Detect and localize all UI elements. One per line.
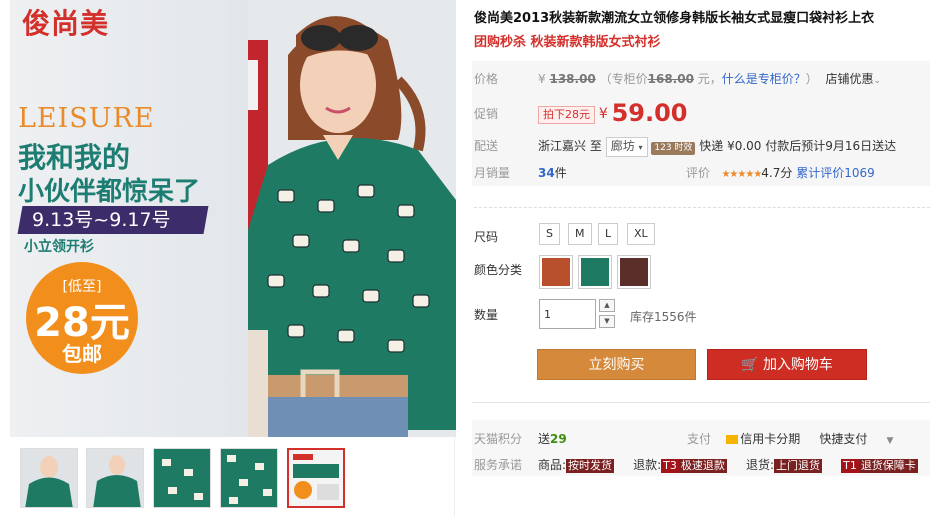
list-price: 138.00 bbox=[549, 72, 596, 86]
payment-expand-icon[interactable]: ▼ bbox=[886, 436, 893, 446]
timely-badge: 123 时效 bbox=[651, 142, 696, 155]
thumbnail-2[interactable] bbox=[86, 448, 144, 508]
thumbnail-3[interactable] bbox=[153, 448, 211, 508]
promise-goods[interactable]: 按时发货 bbox=[566, 459, 615, 473]
thumbnail-5[interactable] bbox=[287, 448, 345, 508]
product-title: 俊尚美2013秋装新款潮流女立领修身韩版长袖女式显瘦口袋衬衫上衣 bbox=[474, 11, 875, 26]
promise-guarantee-badge: T1 bbox=[841, 459, 859, 473]
promise-refund[interactable]: 极速退款 bbox=[678, 459, 727, 473]
promise-refund-prefix: 退款: bbox=[633, 458, 662, 472]
price-label: 价格 bbox=[474, 72, 499, 86]
shipping-destination-select[interactable]: 廊坊 ▾ bbox=[605, 137, 648, 157]
monthly-sales-count: 34 bbox=[538, 166, 555, 180]
divider bbox=[472, 402, 930, 403]
quantity-increase-icon[interactable]: ▲ bbox=[599, 299, 615, 312]
promo-label: 促销 bbox=[474, 107, 499, 121]
sales-row: 月销量 34件 bbox=[474, 164, 567, 181]
add-to-cart-label: 加入购物车 bbox=[762, 357, 833, 373]
shipping-destination: 廊坊 bbox=[610, 139, 635, 153]
thumbnail-1[interactable] bbox=[20, 448, 78, 508]
caret-down-icon: ▾ bbox=[638, 143, 643, 152]
buy-now-button[interactable]: 立刻购买 bbox=[537, 349, 696, 380]
points-label: 天猫积分 bbox=[474, 432, 523, 446]
promise-guarantee[interactable]: 退货保障卡 bbox=[858, 459, 918, 473]
banner-circle-freeship: 包邮 bbox=[62, 342, 102, 366]
banner-slogan-line1: 我和我的 bbox=[18, 141, 131, 174]
shipping-to: 至 bbox=[589, 139, 602, 153]
banner-leisure-text: LEISURE bbox=[18, 103, 155, 134]
counter-price: 168.00 bbox=[647, 72, 694, 86]
size-option-m[interactable]: M bbox=[568, 223, 592, 245]
banner-slogan-line2: 小伙伴都惊呆了 bbox=[18, 177, 201, 207]
color-swatch-fill bbox=[542, 258, 570, 286]
pay-credit: 信用卡分期 bbox=[740, 432, 801, 446]
banner-collar-text: 小立领开衫 bbox=[24, 239, 94, 255]
counter-price-prefix: （专柜价 bbox=[599, 72, 648, 86]
what-is-counter-price-link[interactable]: 什么是专柜价？ bbox=[722, 72, 806, 86]
banner-price-circle: [低至] 28元 包邮 bbox=[26, 262, 138, 374]
thumbnail-4[interactable] bbox=[220, 448, 278, 508]
color-swatch-green[interactable] bbox=[578, 255, 612, 289]
main-product-image[interactable]: 俊尚美 LEISURE 我和我的 小伙伴都惊呆了 9.13号~9.17号 小立领… bbox=[10, 0, 456, 437]
size-option-s[interactable]: S bbox=[539, 223, 560, 245]
color-swatch-fill bbox=[581, 258, 609, 286]
add-to-cart-button[interactable]: 🛒 加入购物车 bbox=[707, 349, 867, 380]
promise-return-prefix: 退货: bbox=[745, 458, 775, 472]
monthly-sales-label: 月销量 bbox=[474, 166, 511, 180]
promo-tag: 拍下28元 bbox=[538, 106, 595, 124]
divider bbox=[474, 207, 930, 208]
color-swatch-brown[interactable] bbox=[617, 255, 651, 289]
rating-score: 4.7分 bbox=[761, 166, 793, 180]
model-photo bbox=[248, 0, 456, 437]
promo-row: 促销 拍下28元 ¥ 59.00 bbox=[474, 99, 688, 127]
points-value: 29 bbox=[550, 432, 567, 446]
shipping-row: 配送 浙江嘉兴 至 廊坊 ▾ 123 时效 快递 ¥0.00 付款后预计9月16日… bbox=[474, 137, 896, 157]
shipping-origin: 浙江嘉兴 bbox=[538, 139, 587, 153]
service-promise-row: 服务承诺 商品: 按时发货 退款: T3 极速退款 退货: 上门退货 T1 退货保障卡 bbox=[474, 456, 918, 473]
pay-quick: 快捷支付 bbox=[819, 432, 868, 446]
banner-dates: 9.13号~9.17号 bbox=[32, 209, 171, 231]
points-prefix: 送 bbox=[538, 432, 551, 446]
price-row: 价格 ¥ 138.00 （专柜价168.00 元，什么是专柜价？） 店铺优惠⌄ bbox=[474, 70, 881, 87]
store-promo-dropdown[interactable]: 店铺优惠⌄ bbox=[825, 72, 881, 86]
size-option-l[interactable]: L bbox=[598, 223, 619, 245]
shipping-express: 快递 ¥0.00 付款后预计9月16日送达 bbox=[699, 139, 897, 153]
quantity-input[interactable]: 1 bbox=[539, 299, 596, 329]
points-row: 天猫积分 送29 bbox=[474, 430, 567, 447]
rating-label: 评价 bbox=[686, 166, 711, 180]
credit-card-icon bbox=[726, 435, 739, 444]
rating-stars-icon: ★★★★★ bbox=[721, 169, 762, 180]
banner-date-band: 9.13号~9.17号 bbox=[17, 206, 209, 234]
size-option-xl[interactable]: XL bbox=[627, 223, 655, 245]
chevron-down-icon: ⌄ bbox=[873, 76, 882, 86]
product-subtitle: 团购秒杀 秋装新款韩版女式衬衫 bbox=[474, 35, 661, 50]
stock-count: 库存1556件 bbox=[630, 310, 697, 324]
quantity-decrease-icon[interactable]: ▼ bbox=[599, 315, 615, 328]
cart-icon: 🛒 bbox=[741, 357, 759, 373]
promo-yen: ¥ bbox=[598, 106, 608, 122]
color-label: 颜色分类 bbox=[474, 263, 523, 277]
promise-label: 服务承诺 bbox=[474, 458, 523, 472]
brand-logo: 俊尚美 bbox=[22, 7, 110, 40]
total-reviews-link[interactable]: 累计评价1069 bbox=[796, 166, 875, 180]
store-promo-label: 店铺优惠 bbox=[825, 72, 874, 86]
rating-row: 评价 ★★★★★4.7分 累计评价1069 bbox=[686, 164, 875, 181]
payment-row: 支付 信用卡分期 快捷支付 ▼ bbox=[687, 430, 893, 447]
promise-goods-prefix: 商品: bbox=[538, 458, 567, 472]
promo-price: 59.00 bbox=[611, 99, 688, 127]
color-swatch-fill bbox=[620, 258, 648, 286]
promise-refund-badge: T3 bbox=[661, 459, 679, 473]
size-label: 尺码 bbox=[474, 230, 499, 244]
counter-price-unit: 元， bbox=[697, 72, 722, 86]
shipping-label: 配送 bbox=[474, 139, 499, 153]
pay-label: 支付 bbox=[687, 432, 712, 446]
promise-return[interactable]: 上门退货 bbox=[774, 459, 823, 473]
price-yen: ¥ bbox=[538, 72, 546, 86]
color-swatch-orange[interactable] bbox=[539, 255, 573, 289]
product-gallery: 俊尚美 LEISURE 我和我的 小伙伴都惊呆了 9.13号~9.17号 小立领… bbox=[0, 0, 456, 516]
monthly-sales-unit: 件 bbox=[554, 166, 567, 180]
counter-close: ） bbox=[805, 72, 818, 86]
quantity-label: 数量 bbox=[474, 308, 499, 322]
